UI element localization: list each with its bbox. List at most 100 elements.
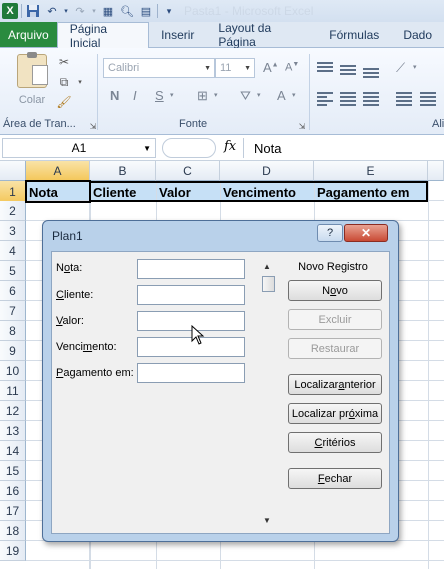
excel-logo-icon[interactable]: X: [2, 3, 18, 19]
row-header[interactable]: 2: [0, 201, 26, 221]
customize-toolbar-icon[interactable]: ▾: [161, 3, 177, 19]
redo-icon[interactable]: ↷: [72, 3, 88, 19]
row-header[interactable]: 10: [0, 361, 26, 381]
paste-button[interactable]: Colar: [14, 52, 50, 114]
row-header[interactable]: 7: [0, 301, 26, 321]
column-header-d[interactable]: D: [220, 161, 314, 181]
chevron-down-icon: ▼: [204, 64, 211, 72]
column-header-c[interactable]: C: [156, 161, 220, 181]
tab-data[interactable]: Dado: [391, 23, 444, 47]
align-middle-icon[interactable]: [340, 65, 356, 75]
row-header[interactable]: 16: [0, 481, 26, 501]
row-header[interactable]: 9: [0, 341, 26, 361]
scroll-up-icon[interactable]: ▲: [263, 262, 271, 271]
underline-dropdown-icon[interactable]: ▾: [170, 91, 174, 99]
font-name-select[interactable]: Calibri ▼: [103, 58, 215, 78]
copy-icon[interactable]: ⧉: [56, 74, 72, 90]
fill-color-icon[interactable]: ⛛: [240, 88, 251, 104]
name-box-value: A1: [71, 141, 87, 155]
redo-dropdown-icon[interactable]: ▾: [91, 3, 97, 19]
name-box[interactable]: A1 ▼: [2, 138, 156, 158]
align-bottom-icon[interactable]: [363, 68, 379, 78]
orientation-dropdown-icon[interactable]: ▾: [413, 63, 417, 71]
scroll-down-icon[interactable]: ▼: [263, 516, 271, 525]
record-scrollbar[interactable]: ▲ ▼: [261, 262, 275, 527]
toolbar-separator: [157, 4, 158, 18]
form-icon[interactable]: ▦: [100, 3, 116, 19]
field-input-cliente[interactable]: [137, 285, 245, 305]
row-header[interactable]: 14: [0, 441, 26, 461]
underline-icon[interactable]: S: [155, 88, 164, 103]
field-input-pagamento-em[interactable]: [137, 363, 245, 383]
row-header[interactable]: 13: [0, 421, 26, 441]
restore-button[interactable]: Restaurar: [288, 338, 382, 359]
insert-function-icon[interactable]: fx: [224, 139, 236, 154]
row-header[interactable]: 15: [0, 461, 26, 481]
borders-dropdown-icon[interactable]: ▾: [214, 91, 218, 99]
copy-dropdown-icon[interactable]: ▾: [72, 74, 88, 90]
tab-formulas[interactable]: Fórmulas: [317, 23, 391, 47]
row-header[interactable]: 8: [0, 321, 26, 341]
row-header[interactable]: 19: [0, 541, 26, 561]
row-header[interactable]: 5: [0, 261, 26, 281]
bold-icon[interactable]: N: [110, 88, 119, 103]
undo-dropdown-icon[interactable]: ▾: [63, 3, 69, 19]
row-header[interactable]: 3: [0, 221, 26, 241]
new-button[interactable]: No vo: [288, 280, 382, 301]
close-icon[interactable]: ✕: [344, 224, 388, 242]
selection-border: [90, 181, 428, 202]
tab-file[interactable]: Arquivo: [0, 22, 57, 47]
row-header[interactable]: 1: [0, 181, 26, 203]
column-header-e[interactable]: E: [314, 161, 428, 181]
select-all-corner[interactable]: [0, 161, 26, 181]
row-header[interactable]: 17: [0, 501, 26, 521]
scroll-thumb[interactable]: [262, 276, 275, 292]
formula-input[interactable]: Nota: [243, 138, 443, 158]
form-button-icon[interactable]: ▤: [138, 3, 154, 19]
fill-color-dropdown-icon[interactable]: ▾: [257, 91, 261, 99]
align-center-icon[interactable]: [340, 92, 356, 106]
tab-page-layout[interactable]: Layout da Página: [206, 21, 317, 49]
align-left-icon[interactable]: [317, 92, 333, 106]
print-preview-icon[interactable]: 🔍︎: [119, 3, 135, 19]
font-name-value: Calibri: [108, 62, 140, 74]
save-icon[interactable]: [25, 3, 41, 19]
column-header-b[interactable]: B: [90, 161, 156, 181]
tab-home[interactable]: Página Inicial: [56, 22, 150, 50]
criteria-button[interactable]: Critérios: [288, 432, 382, 453]
close-button[interactable]: Fechar: [288, 468, 382, 489]
borders-icon[interactable]: ⊞: [197, 88, 208, 104]
find-previous-button[interactable]: Localizar a nterior: [288, 374, 382, 395]
grow-font-icon[interactable]: A▲: [263, 60, 279, 75]
field-label-nota: Nota:: [56, 262, 83, 274]
orientation-icon[interactable]: ⟋: [396, 60, 405, 76]
column-header-a[interactable]: A: [26, 161, 90, 181]
help-button[interactable]: ?: [317, 224, 343, 242]
find-next-button[interactable]: Localizar pr ó xima: [288, 403, 382, 424]
dialog-title: Plan1: [52, 229, 83, 243]
align-top-icon[interactable]: [317, 62, 333, 72]
align-right-icon[interactable]: [363, 92, 379, 106]
decrease-indent-icon[interactable]: [396, 92, 412, 106]
font-color-icon[interactable]: A: [277, 88, 286, 103]
cut-icon[interactable]: ✂: [56, 54, 72, 70]
row-header[interactable]: 4: [0, 241, 26, 261]
font-size-select[interactable]: 11 ▼: [215, 58, 255, 78]
undo-icon[interactable]: ↶: [44, 3, 60, 19]
field-input-nota[interactable]: [137, 259, 245, 279]
format-painter-icon[interactable]: 🖌︎: [56, 94, 72, 110]
row-header[interactable]: 12: [0, 401, 26, 421]
delete-button[interactable]: Excluir: [288, 309, 382, 330]
column-header-f[interactable]: [428, 161, 444, 181]
row-header[interactable]: 18: [0, 521, 26, 541]
italic-icon[interactable]: I: [133, 88, 137, 103]
row-header[interactable]: 6: [0, 281, 26, 301]
font-launcher-icon[interactable]: ⇲: [294, 118, 310, 134]
shrink-font-icon[interactable]: A▼: [285, 61, 299, 74]
clipboard-launcher-icon[interactable]: ⇲: [85, 118, 101, 134]
font-color-dropdown-icon[interactable]: ▾: [292, 91, 296, 99]
row-header[interactable]: 11: [0, 381, 26, 401]
tab-insert[interactable]: Inserir: [149, 23, 206, 47]
increase-indent-icon[interactable]: [420, 92, 436, 106]
formula-bar-handle[interactable]: [162, 138, 216, 158]
